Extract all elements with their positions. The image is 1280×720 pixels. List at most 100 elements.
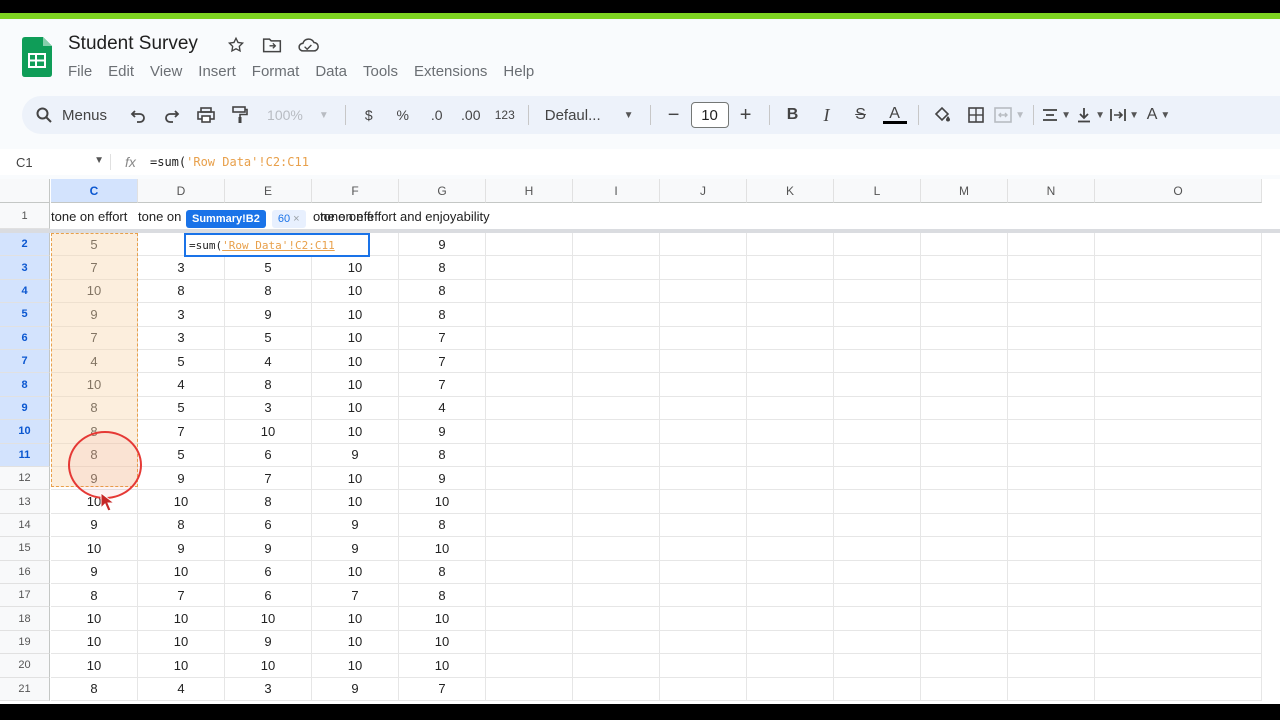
cell[interactable]: 9: [312, 443, 399, 467]
cell[interactable]: [660, 490, 747, 514]
row-header[interactable]: 17: [0, 584, 50, 608]
cell[interactable]: [660, 584, 747, 608]
cell[interactable]: 9: [51, 513, 138, 538]
cell[interactable]: [921, 256, 1008, 280]
cell[interactable]: 10: [138, 630, 225, 655]
cell[interactable]: [921, 420, 1008, 444]
cell[interactable]: [1008, 420, 1095, 444]
cell[interactable]: 9: [399, 420, 486, 444]
cell[interactable]: [1095, 560, 1262, 584]
cell[interactable]: [921, 373, 1008, 397]
cell[interactable]: [834, 326, 921, 350]
cell[interactable]: 3: [225, 677, 312, 701]
cell[interactable]: 10: [312, 256, 399, 280]
row-header[interactable]: 15: [0, 537, 50, 561]
cell[interactable]: [1008, 677, 1095, 701]
cell[interactable]: 9: [138, 537, 225, 561]
cell[interactable]: 7: [399, 326, 486, 350]
cell[interactable]: [1008, 303, 1095, 327]
column-header-j[interactable]: J: [660, 179, 747, 203]
cell[interactable]: [660, 350, 747, 374]
column-header-k[interactable]: K: [747, 179, 834, 203]
text-rotation-icon[interactable]: A ▼: [1142, 100, 1176, 130]
sheets-logo-icon[interactable]: [22, 37, 52, 77]
menu-file[interactable]: File: [60, 63, 100, 80]
menu-help[interactable]: Help: [495, 63, 542, 80]
cell[interactable]: [1008, 396, 1095, 421]
cell[interactable]: 10: [225, 654, 312, 678]
cell[interactable]: 5: [225, 256, 312, 280]
cell[interactable]: 8: [399, 279, 486, 304]
row-header[interactable]: 18: [0, 607, 50, 631]
cell[interactable]: [573, 326, 660, 350]
cell[interactable]: 8: [225, 373, 312, 397]
cell[interactable]: [747, 256, 834, 280]
cell[interactable]: [834, 373, 921, 397]
cell[interactable]: [573, 279, 660, 304]
cell[interactable]: 8: [51, 584, 138, 608]
cell[interactable]: [834, 607, 921, 631]
cell[interactable]: [1008, 350, 1095, 374]
cell[interactable]: [834, 560, 921, 584]
cell[interactable]: [834, 279, 921, 304]
cell[interactable]: [1095, 326, 1262, 350]
cell[interactable]: [921, 326, 1008, 350]
cell[interactable]: 3: [138, 326, 225, 350]
cell[interactable]: [660, 630, 747, 655]
cell[interactable]: 9: [225, 537, 312, 561]
cell[interactable]: 7: [138, 420, 225, 444]
cell[interactable]: [921, 490, 1008, 514]
column-header-d[interactable]: D: [138, 179, 225, 203]
cell[interactable]: 10: [312, 279, 399, 304]
cell[interactable]: [747, 677, 834, 701]
cell[interactable]: 5: [225, 326, 312, 350]
cell[interactable]: 9: [225, 630, 312, 655]
cell[interactable]: 6: [225, 513, 312, 538]
cell[interactable]: 3: [138, 256, 225, 280]
cell[interactable]: [660, 396, 747, 421]
cell[interactable]: 7: [138, 584, 225, 608]
cell[interactable]: [1008, 654, 1095, 678]
cell[interactable]: 10: [51, 537, 138, 561]
cell[interactable]: [747, 630, 834, 655]
print-icon[interactable]: [189, 100, 223, 130]
cell[interactable]: [1095, 350, 1262, 374]
cell[interactable]: [1095, 584, 1262, 608]
cell[interactable]: [747, 654, 834, 678]
cell[interactable]: [1008, 467, 1095, 491]
cell[interactable]: [573, 537, 660, 561]
row-header[interactable]: 14: [0, 513, 50, 538]
search-menus-button[interactable]: Menus: [22, 100, 121, 130]
cell[interactable]: [1008, 584, 1095, 608]
cell[interactable]: [660, 256, 747, 280]
paint-format-icon[interactable]: [223, 100, 257, 130]
cell[interactable]: [573, 233, 660, 257]
document-title[interactable]: Student Survey: [68, 33, 198, 55]
row-header[interactable]: 19: [0, 630, 50, 655]
cloud-status-icon[interactable]: [296, 33, 320, 57]
cell[interactable]: [834, 654, 921, 678]
cell[interactable]: [660, 233, 747, 257]
cell[interactable]: [834, 420, 921, 444]
row-header[interactable]: 8: [0, 373, 50, 397]
name-box[interactable]: C1 ▼: [0, 155, 110, 170]
cell[interactable]: [660, 560, 747, 584]
cell[interactable]: [660, 467, 747, 491]
cell[interactable]: [921, 396, 1008, 421]
header-cell-text[interactable]: tone on effort: [51, 203, 138, 229]
cell[interactable]: [921, 677, 1008, 701]
cell[interactable]: [573, 560, 660, 584]
menu-view[interactable]: View: [142, 63, 190, 80]
cell[interactable]: [573, 607, 660, 631]
text-wrapping-icon[interactable]: ▼: [1108, 100, 1142, 130]
cell[interactable]: [1095, 233, 1262, 257]
column-header-n[interactable]: N: [1008, 179, 1095, 203]
cell[interactable]: [660, 537, 747, 561]
row-header[interactable]: 1: [0, 203, 50, 229]
cell[interactable]: [1095, 467, 1262, 491]
cell[interactable]: [1008, 256, 1095, 280]
cell[interactable]: [486, 233, 573, 257]
cell[interactable]: [1008, 233, 1095, 257]
cell[interactable]: [921, 279, 1008, 304]
column-header-m[interactable]: M: [921, 179, 1008, 203]
